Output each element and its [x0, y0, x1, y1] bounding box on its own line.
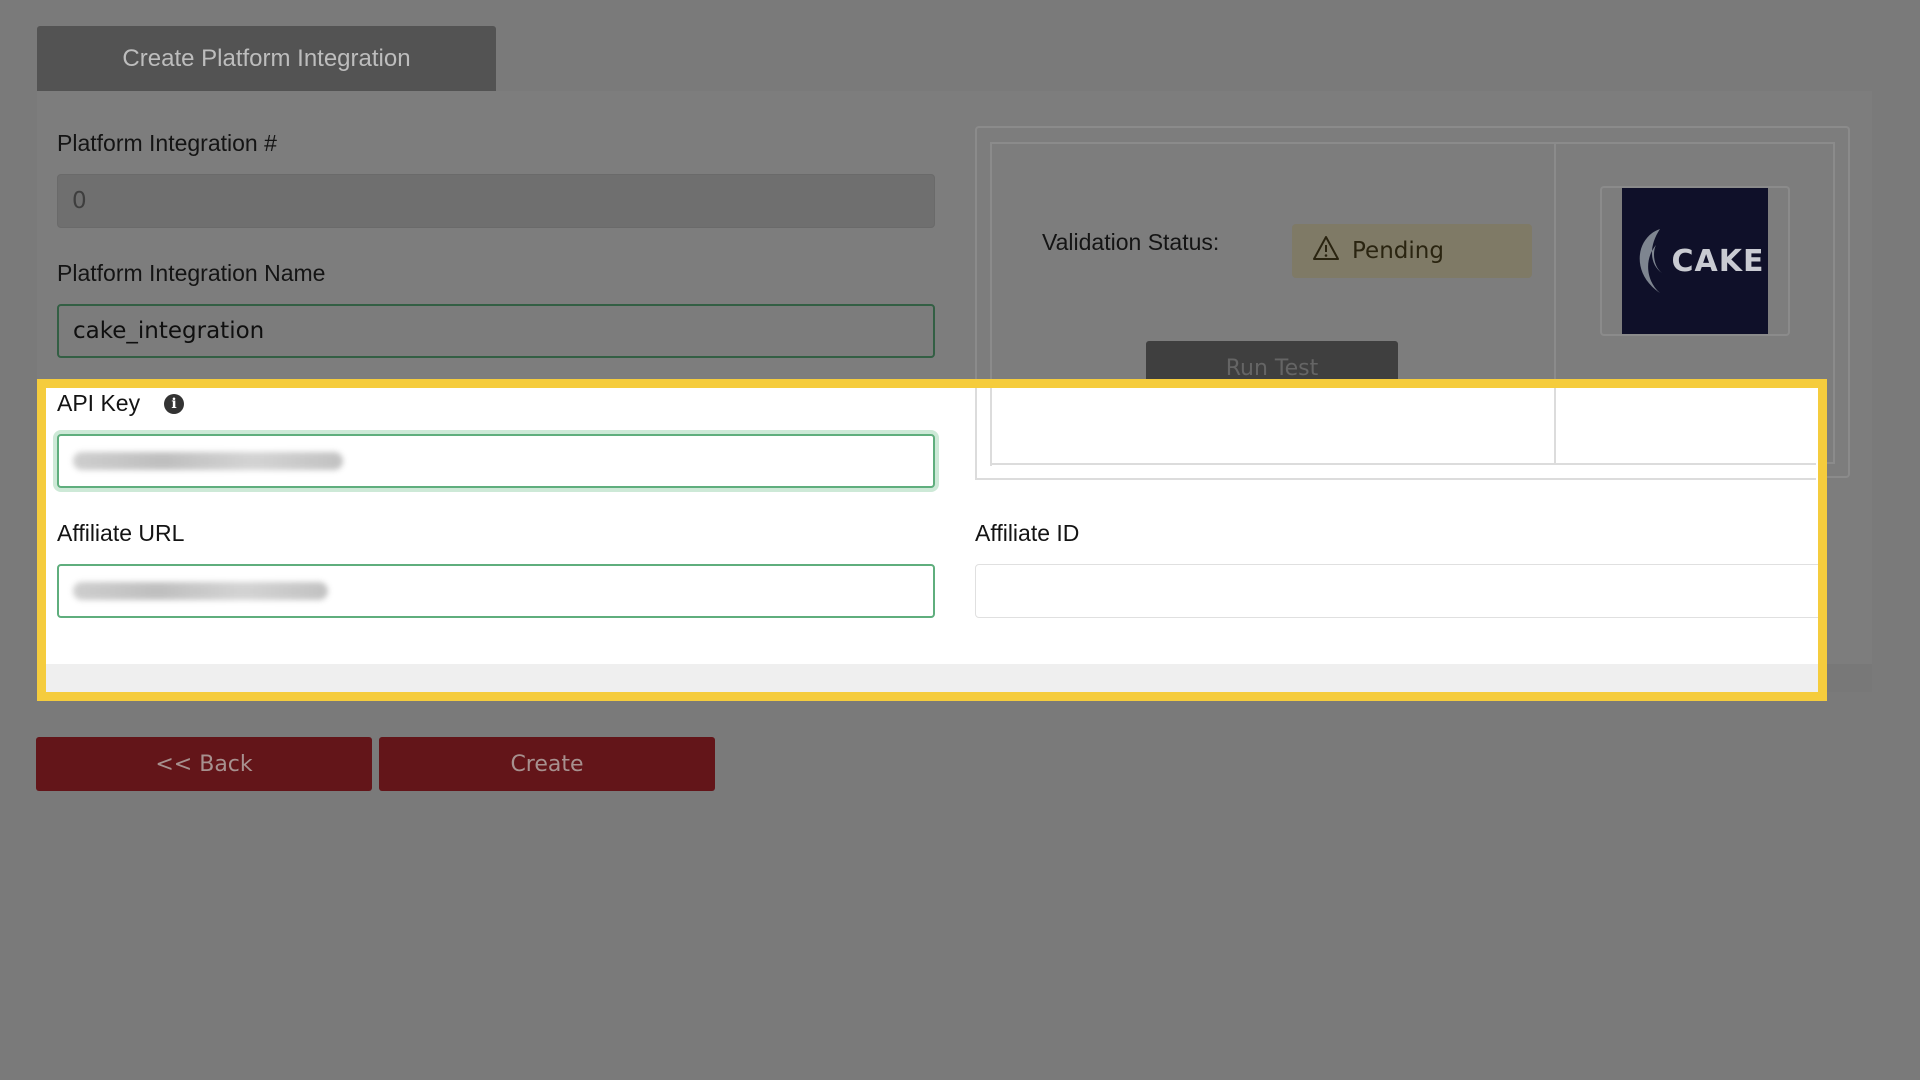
warning-icon	[1312, 235, 1340, 267]
info-icon[interactable]: i	[164, 394, 184, 414]
validation-divider-lower	[1554, 388, 1556, 465]
api-key-input[interactable]	[57, 434, 935, 488]
integration-name-label: Platform Integration Name	[57, 260, 326, 286]
affiliate-url-label: Affiliate URL	[57, 520, 185, 546]
validation-status-label: Validation Status:	[1042, 229, 1220, 255]
affiliate-id-input[interactable]	[975, 564, 1818, 618]
validation-card-outer-edge	[975, 388, 977, 480]
highlight-panel-footer	[46, 664, 1818, 692]
cake-logo-icon: CAKE	[1622, 188, 1768, 334]
integration-name-value: cake_integration	[73, 318, 265, 344]
affiliate-url-input[interactable]	[57, 564, 935, 618]
highlight-box: API Key i Affiliate URL Affiliate ID	[37, 379, 1827, 701]
back-button[interactable]: << Back	[36, 737, 372, 791]
logo-text: CAKE	[1671, 243, 1765, 279]
status-badge: Pending	[1292, 224, 1532, 278]
logo-frame: CAKE	[1600, 186, 1790, 336]
validation-card-inner-edge	[990, 388, 992, 466]
affiliate-url-blurred-value	[73, 582, 328, 600]
tab-create-platform-integration[interactable]: Create Platform Integration	[37, 26, 496, 91]
validation-card-outer-bottom	[975, 478, 1816, 480]
integration-number-label: Platform Integration #	[57, 130, 277, 156]
api-key-blurred-value	[73, 452, 343, 470]
integration-name-input[interactable]: cake_integration	[57, 304, 935, 358]
create-button[interactable]: Create	[379, 737, 715, 791]
affiliate-id-label: Affiliate ID	[975, 520, 1080, 546]
validation-card-inner-bottom	[990, 463, 1816, 465]
integration-number-input: 0	[57, 174, 935, 228]
integration-number-value: 0	[72, 188, 87, 214]
api-key-label: API Key	[57, 390, 141, 416]
status-text: Pending	[1352, 238, 1444, 264]
